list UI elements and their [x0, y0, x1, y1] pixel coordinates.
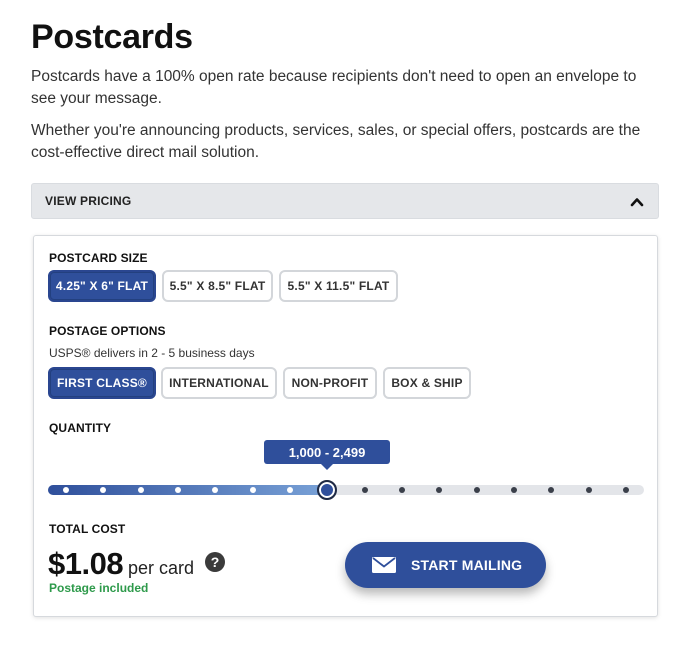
postage-option-non-profit[interactable]: NON-PROFIT	[283, 367, 377, 399]
slider-step-dot[interactable]	[175, 487, 181, 493]
page-title: Postcards	[31, 18, 193, 56]
slider-step-dot[interactable]	[287, 487, 293, 493]
price-value: $1.08	[48, 546, 124, 581]
chevron-up-icon[interactable]	[630, 195, 644, 209]
envelope-icon	[372, 557, 396, 573]
postage-delivery-note: USPS® delivers in 2 - 5 business days	[49, 346, 255, 360]
quantity-tooltip: 1,000 - 2,499	[264, 440, 390, 464]
view-pricing-accordion[interactable]: VIEW PRICING	[31, 183, 659, 219]
postage-option-international[interactable]: INTERNATIONAL	[161, 367, 277, 399]
start-mailing-label: START MAILING	[411, 557, 523, 573]
intro-paragraph: Postcards have a 100% open rate because …	[31, 68, 637, 107]
slider-thumb[interactable]	[317, 480, 338, 500]
slider-step-dot[interactable]	[585, 487, 592, 493]
slider-step-dot[interactable]	[249, 487, 256, 493]
help-icon[interactable]: ?	[205, 552, 225, 572]
slider-step-dot[interactable]	[361, 487, 368, 493]
postcard-size-label: POSTCARD SIZE	[49, 251, 148, 265]
start-mailing-button[interactable]: START MAILING	[345, 542, 546, 588]
slider-step-dot[interactable]	[473, 487, 480, 493]
postage-included-note: Postage included	[49, 581, 149, 595]
postage-options-label: POSTAGE OPTIONS	[49, 324, 166, 338]
slider-step-dot[interactable]	[137, 487, 144, 493]
pricing-panel: POSTCARD SIZE 4.25" X 6" FLAT 5.5" X 8.5…	[33, 235, 658, 617]
total-cost-label: TOTAL COST	[49, 522, 126, 536]
description-paragraph: Whether you're announcing products, serv…	[31, 122, 641, 161]
price-unit: per card	[128, 558, 195, 578]
postage-option-box-ship[interactable]: BOX & SHIP	[383, 367, 471, 399]
postage-option-first-class[interactable]: FIRST CLASS®	[48, 367, 156, 399]
size-option-4x6[interactable]: 4.25" X 6" FLAT	[48, 270, 156, 302]
slider-step-dot[interactable]	[511, 487, 517, 493]
tooltip-arrow	[321, 464, 333, 470]
size-option-5x11[interactable]: 5.5" X 11.5" FLAT	[279, 270, 398, 302]
slider-step-dot[interactable]	[399, 487, 405, 493]
slider-step-dot[interactable]	[623, 487, 629, 493]
slider-step-dot[interactable]	[63, 487, 69, 493]
quantity-slider[interactable]	[48, 480, 644, 500]
quantity-label: QUANTITY	[49, 421, 112, 435]
accordion-label: VIEW PRICING	[45, 194, 132, 208]
size-option-5x8[interactable]: 5.5" X 8.5" FLAT	[162, 270, 273, 302]
